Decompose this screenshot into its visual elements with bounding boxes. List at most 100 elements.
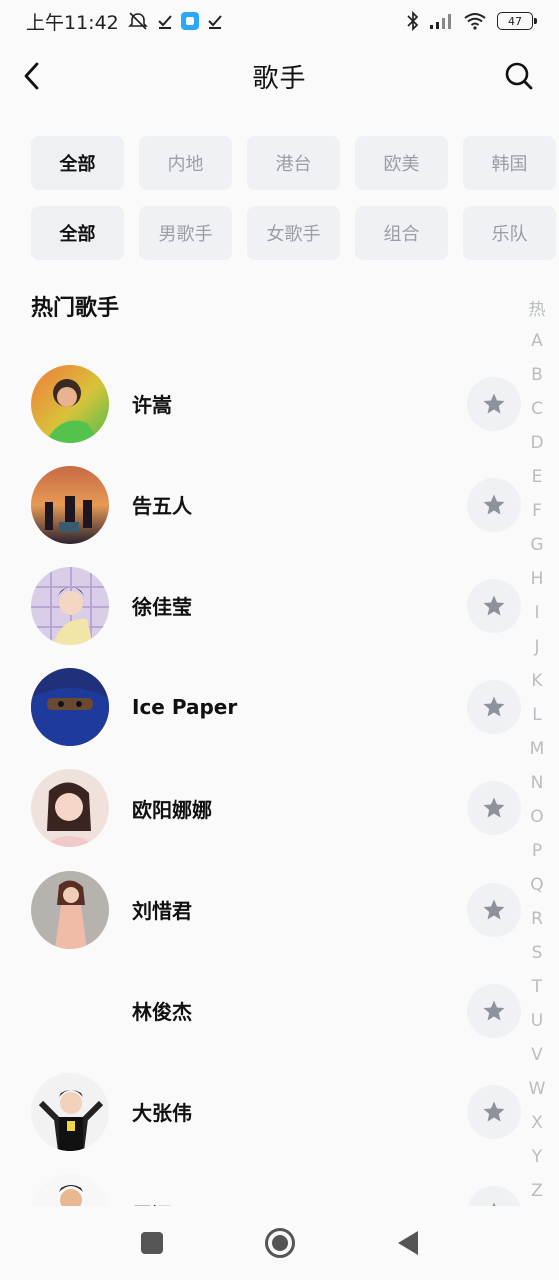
- signal-icon: [429, 12, 453, 30]
- back-button[interactable]: [14, 58, 50, 94]
- star-icon: [483, 797, 505, 818]
- region-filter-mainland[interactable]: 内地: [139, 136, 232, 190]
- type-filter-band[interactable]: 乐队: [463, 206, 556, 260]
- avatar: [31, 668, 109, 747]
- index-letter[interactable]: I: [534, 596, 539, 630]
- favorite-button[interactable]: [467, 781, 521, 836]
- search-button[interactable]: [501, 58, 537, 94]
- wifi-icon: [463, 12, 487, 30]
- favorite-button[interactable]: [467, 882, 521, 937]
- type-filter-female[interactable]: 女歌手: [247, 206, 340, 260]
- status-bar: 上午11:42 47: [0, 0, 559, 42]
- index-letter[interactable]: S: [532, 936, 543, 970]
- star-icon: [483, 899, 505, 920]
- region-filter-hk-tw[interactable]: 港台: [247, 136, 340, 190]
- star-icon: [483, 494, 505, 515]
- index-letter[interactable]: N: [531, 766, 544, 800]
- star-icon: [483, 1000, 505, 1021]
- section-title: 热门歌手: [31, 296, 120, 321]
- index-letter[interactable]: W: [529, 1072, 546, 1106]
- singer-row[interactable]: 林俊杰: [31, 960, 521, 1061]
- singer-row[interactable]: 许嵩: [31, 353, 521, 454]
- favorite-button[interactable]: [467, 578, 521, 633]
- index-letter[interactable]: F: [532, 494, 542, 528]
- app-notification-icon: [180, 12, 199, 30]
- singer-name: 徐佳莹: [132, 595, 192, 620]
- index-letter[interactable]: C: [531, 392, 543, 426]
- index-letter[interactable]: K: [531, 664, 542, 698]
- index-letter[interactable]: B: [531, 358, 543, 392]
- index-letter[interactable]: P: [532, 834, 542, 868]
- singer-name: 告五人: [132, 494, 192, 519]
- index-letter[interactable]: J: [534, 630, 539, 664]
- check-icon: [157, 13, 173, 29]
- singer-row[interactable]: Ice Paper: [31, 657, 521, 758]
- singer-name: 许嵩: [132, 393, 172, 418]
- square-icon: [140, 1232, 163, 1254]
- favorite-button[interactable]: [467, 983, 521, 1038]
- singer-name: 大张伟: [132, 1101, 192, 1126]
- singer-name: 刘惜君: [132, 899, 192, 924]
- back-nav-button[interactable]: [388, 1223, 428, 1263]
- home-button[interactable]: [260, 1223, 300, 1263]
- type-filter-group[interactable]: 组合: [355, 206, 448, 260]
- index-letter[interactable]: G: [530, 528, 543, 562]
- type-filter-all[interactable]: 全部: [31, 206, 124, 260]
- favorite-button[interactable]: [467, 477, 521, 532]
- index-letter[interactable]: U: [531, 1004, 543, 1038]
- region-filter-western[interactable]: 欧美: [355, 136, 448, 190]
- index-letter[interactable]: Q: [530, 868, 543, 902]
- singer-row[interactable]: 徐佳莹: [31, 555, 521, 656]
- region-filter-all[interactable]: 全部: [31, 136, 124, 190]
- index-letter[interactable]: T: [532, 970, 542, 1004]
- favorite-button[interactable]: [467, 680, 521, 735]
- type-filter-row: 全部 男歌手 女歌手 组合 乐队: [31, 206, 559, 260]
- index-letter[interactable]: D: [530, 426, 543, 460]
- index-letter[interactable]: 热: [529, 290, 546, 324]
- singer-name: Ice Paper: [132, 695, 238, 720]
- status-time: 上午11:42: [26, 11, 119, 34]
- index-letter[interactable]: M: [530, 732, 545, 766]
- index-letter[interactable]: Y: [532, 1140, 542, 1174]
- avatar: [31, 971, 109, 1050]
- page-title: 歌手: [252, 63, 307, 94]
- singer-name: 欧阳娜娜: [132, 797, 212, 822]
- avatar: [31, 364, 109, 443]
- battery-indicator: 47: [497, 12, 537, 30]
- index-letter[interactable]: L: [532, 698, 541, 732]
- search-icon: [505, 62, 533, 90]
- star-icon: [483, 1101, 505, 1122]
- star-icon: [483, 393, 505, 414]
- index-letter[interactable]: H: [531, 562, 544, 596]
- index-letter[interactable]: E: [532, 460, 543, 494]
- star-icon: [483, 696, 505, 717]
- alphabet-index-bar[interactable]: 热ABCDEFGHIJKLMNOPQRSTUVWXYZ: [524, 290, 550, 1208]
- triangle-back-icon: [397, 1231, 418, 1255]
- bluetooth-icon: [407, 11, 419, 31]
- star-icon: [483, 595, 505, 616]
- avatar: [31, 769, 109, 848]
- index-letter[interactable]: R: [531, 902, 543, 936]
- favorite-button[interactable]: [467, 376, 521, 431]
- singer-row[interactable]: 告五人: [31, 454, 521, 555]
- index-letter[interactable]: A: [531, 324, 543, 358]
- singer-row[interactable]: 大张伟: [31, 1061, 521, 1162]
- home-circle-icon: [264, 1228, 295, 1258]
- index-letter[interactable]: V: [531, 1038, 543, 1072]
- avatar: [31, 1072, 109, 1151]
- singer-name: 林俊杰: [132, 1000, 192, 1025]
- check-icon: [207, 13, 223, 29]
- index-letter[interactable]: X: [531, 1106, 543, 1140]
- index-letter[interactable]: O: [530, 800, 543, 834]
- recent-apps-button[interactable]: [132, 1223, 172, 1263]
- avatar: [31, 465, 109, 544]
- index-letter[interactable]: Z: [531, 1174, 543, 1208]
- region-filter-row: 全部 内地 港台 欧美 韩国: [31, 136, 559, 190]
- system-nav-bar: [0, 1206, 559, 1280]
- singer-row[interactable]: 刘惜君: [31, 859, 521, 960]
- favorite-button[interactable]: [467, 1084, 521, 1139]
- singer-row[interactable]: 欧阳娜娜: [31, 758, 521, 859]
- region-filter-korea[interactable]: 韩国: [463, 136, 556, 190]
- avatar: [31, 566, 109, 645]
- type-filter-male[interactable]: 男歌手: [139, 206, 232, 260]
